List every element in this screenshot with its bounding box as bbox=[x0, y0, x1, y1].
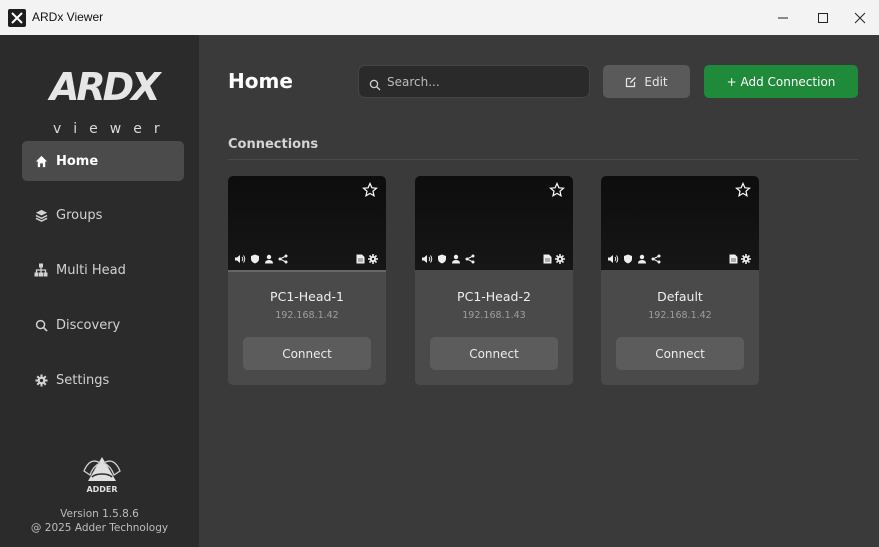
sidebar-item-settings[interactable]: Settings bbox=[22, 360, 184, 400]
share-icon bbox=[465, 254, 475, 264]
gear-icon bbox=[34, 373, 48, 387]
gear-icon bbox=[368, 254, 378, 264]
sidebar-item-label: Home bbox=[56, 153, 99, 169]
layers-icon bbox=[34, 208, 48, 222]
edit-label: Edit bbox=[644, 74, 668, 89]
search-icon bbox=[34, 318, 48, 332]
page-title: Home bbox=[228, 69, 293, 93]
connect-button[interactable]: Connect bbox=[430, 337, 558, 370]
document-icon bbox=[356, 254, 365, 264]
shield-icon bbox=[624, 254, 632, 264]
audio-icon bbox=[235, 255, 246, 263]
audio-icon bbox=[608, 255, 619, 263]
connection-ip: 192.168.1.43 bbox=[462, 310, 526, 321]
add-connection-label: + Add Connection bbox=[726, 74, 836, 89]
connection-card[interactable]: PC1-Head-2 192.168.1.43 Connect bbox=[415, 176, 573, 385]
sidebar-item-label: Discovery bbox=[56, 317, 121, 333]
shield-icon bbox=[438, 254, 446, 264]
connection-ip: 192.168.1.42 bbox=[275, 310, 339, 321]
connection-card[interactable]: Default 192.168.1.42 Connect bbox=[601, 176, 759, 385]
minimize-icon bbox=[778, 17, 788, 18]
gear-icon bbox=[555, 254, 565, 264]
home-icon bbox=[34, 154, 48, 168]
search-icon bbox=[369, 76, 381, 90]
app-window: ARDx Viewer ARDX viewer Home Groups Mult… bbox=[0, 0, 879, 547]
hierarchy-icon bbox=[34, 263, 48, 277]
add-connection-button[interactable]: + Add Connection bbox=[704, 65, 858, 98]
sidebar-item-label: Multi Head bbox=[56, 262, 126, 278]
app-icon bbox=[8, 9, 26, 27]
main-content: Home Edit + Add Connection Connections bbox=[199, 35, 879, 547]
logo-word: ARDX bbox=[50, 65, 161, 109]
connection-card[interactable]: PC1-Head-1 192.168.1.42 Connect bbox=[228, 176, 386, 385]
favorite-star-icon[interactable] bbox=[549, 182, 565, 198]
status-icons bbox=[421, 254, 567, 266]
thumbnail-bar bbox=[228, 270, 386, 272]
sidebar-item-discovery[interactable]: Discovery bbox=[22, 305, 184, 345]
version-text: Version 1.5.8.6 bbox=[60, 508, 139, 520]
sidebar-item-label: Groups bbox=[56, 207, 103, 223]
audio-icon bbox=[422, 255, 433, 263]
sidebar-item-home[interactable]: Home bbox=[22, 141, 184, 181]
connect-button[interactable]: Connect bbox=[243, 337, 371, 370]
sidebar-item-multi-head[interactable]: Multi Head bbox=[22, 250, 184, 290]
logo-subtitle: viewer bbox=[53, 121, 172, 137]
version-info: Version 1.5.8.6 @ 2025 Adder Technology bbox=[0, 507, 199, 535]
section-title: Connections bbox=[228, 137, 319, 152]
user-icon bbox=[638, 254, 646, 264]
connection-name: PC1-Head-1 bbox=[270, 289, 344, 304]
shield-icon bbox=[251, 254, 259, 264]
title-bar: ARDx Viewer bbox=[0, 0, 879, 35]
maximize-button[interactable] bbox=[804, 0, 842, 35]
maximize-icon bbox=[818, 12, 828, 23]
connect-button[interactable]: Connect bbox=[616, 337, 744, 370]
section-divider bbox=[228, 159, 858, 160]
status-icons bbox=[607, 254, 753, 266]
close-icon bbox=[854, 12, 866, 23]
share-icon bbox=[651, 254, 661, 264]
share-icon bbox=[278, 254, 288, 264]
connection-ip: 192.168.1.42 bbox=[648, 310, 712, 321]
sidebar-item-label: Settings bbox=[56, 372, 110, 388]
connection-name: Default bbox=[657, 289, 703, 304]
gear-icon bbox=[741, 254, 751, 264]
sidebar-item-groups[interactable]: Groups bbox=[22, 195, 184, 235]
document-icon bbox=[729, 254, 738, 264]
user-icon bbox=[265, 254, 273, 264]
close-button[interactable] bbox=[841, 0, 879, 35]
search-input[interactable] bbox=[387, 74, 577, 89]
user-icon bbox=[452, 254, 460, 264]
favorite-star-icon[interactable] bbox=[362, 182, 378, 198]
adder-logo: ADDER bbox=[78, 447, 126, 495]
copyright-text: @ 2025 Adder Technology bbox=[30, 522, 169, 534]
edit-icon bbox=[625, 76, 637, 88]
sidebar: ARDX viewer Home Groups Multi Head Disco… bbox=[0, 35, 199, 547]
document-icon bbox=[543, 254, 552, 264]
minimize-button[interactable] bbox=[764, 0, 802, 35]
favorite-star-icon[interactable] bbox=[735, 182, 751, 198]
edit-button[interactable]: Edit bbox=[603, 65, 690, 98]
ardx-logo: ARDX viewer bbox=[50, 65, 172, 137]
adder-brand-text: ADDER bbox=[86, 485, 117, 494]
status-icons bbox=[234, 254, 380, 266]
window-title: ARDx Viewer bbox=[32, 10, 104, 24]
connection-name: PC1-Head-2 bbox=[457, 289, 531, 304]
search-box[interactable] bbox=[358, 65, 590, 98]
